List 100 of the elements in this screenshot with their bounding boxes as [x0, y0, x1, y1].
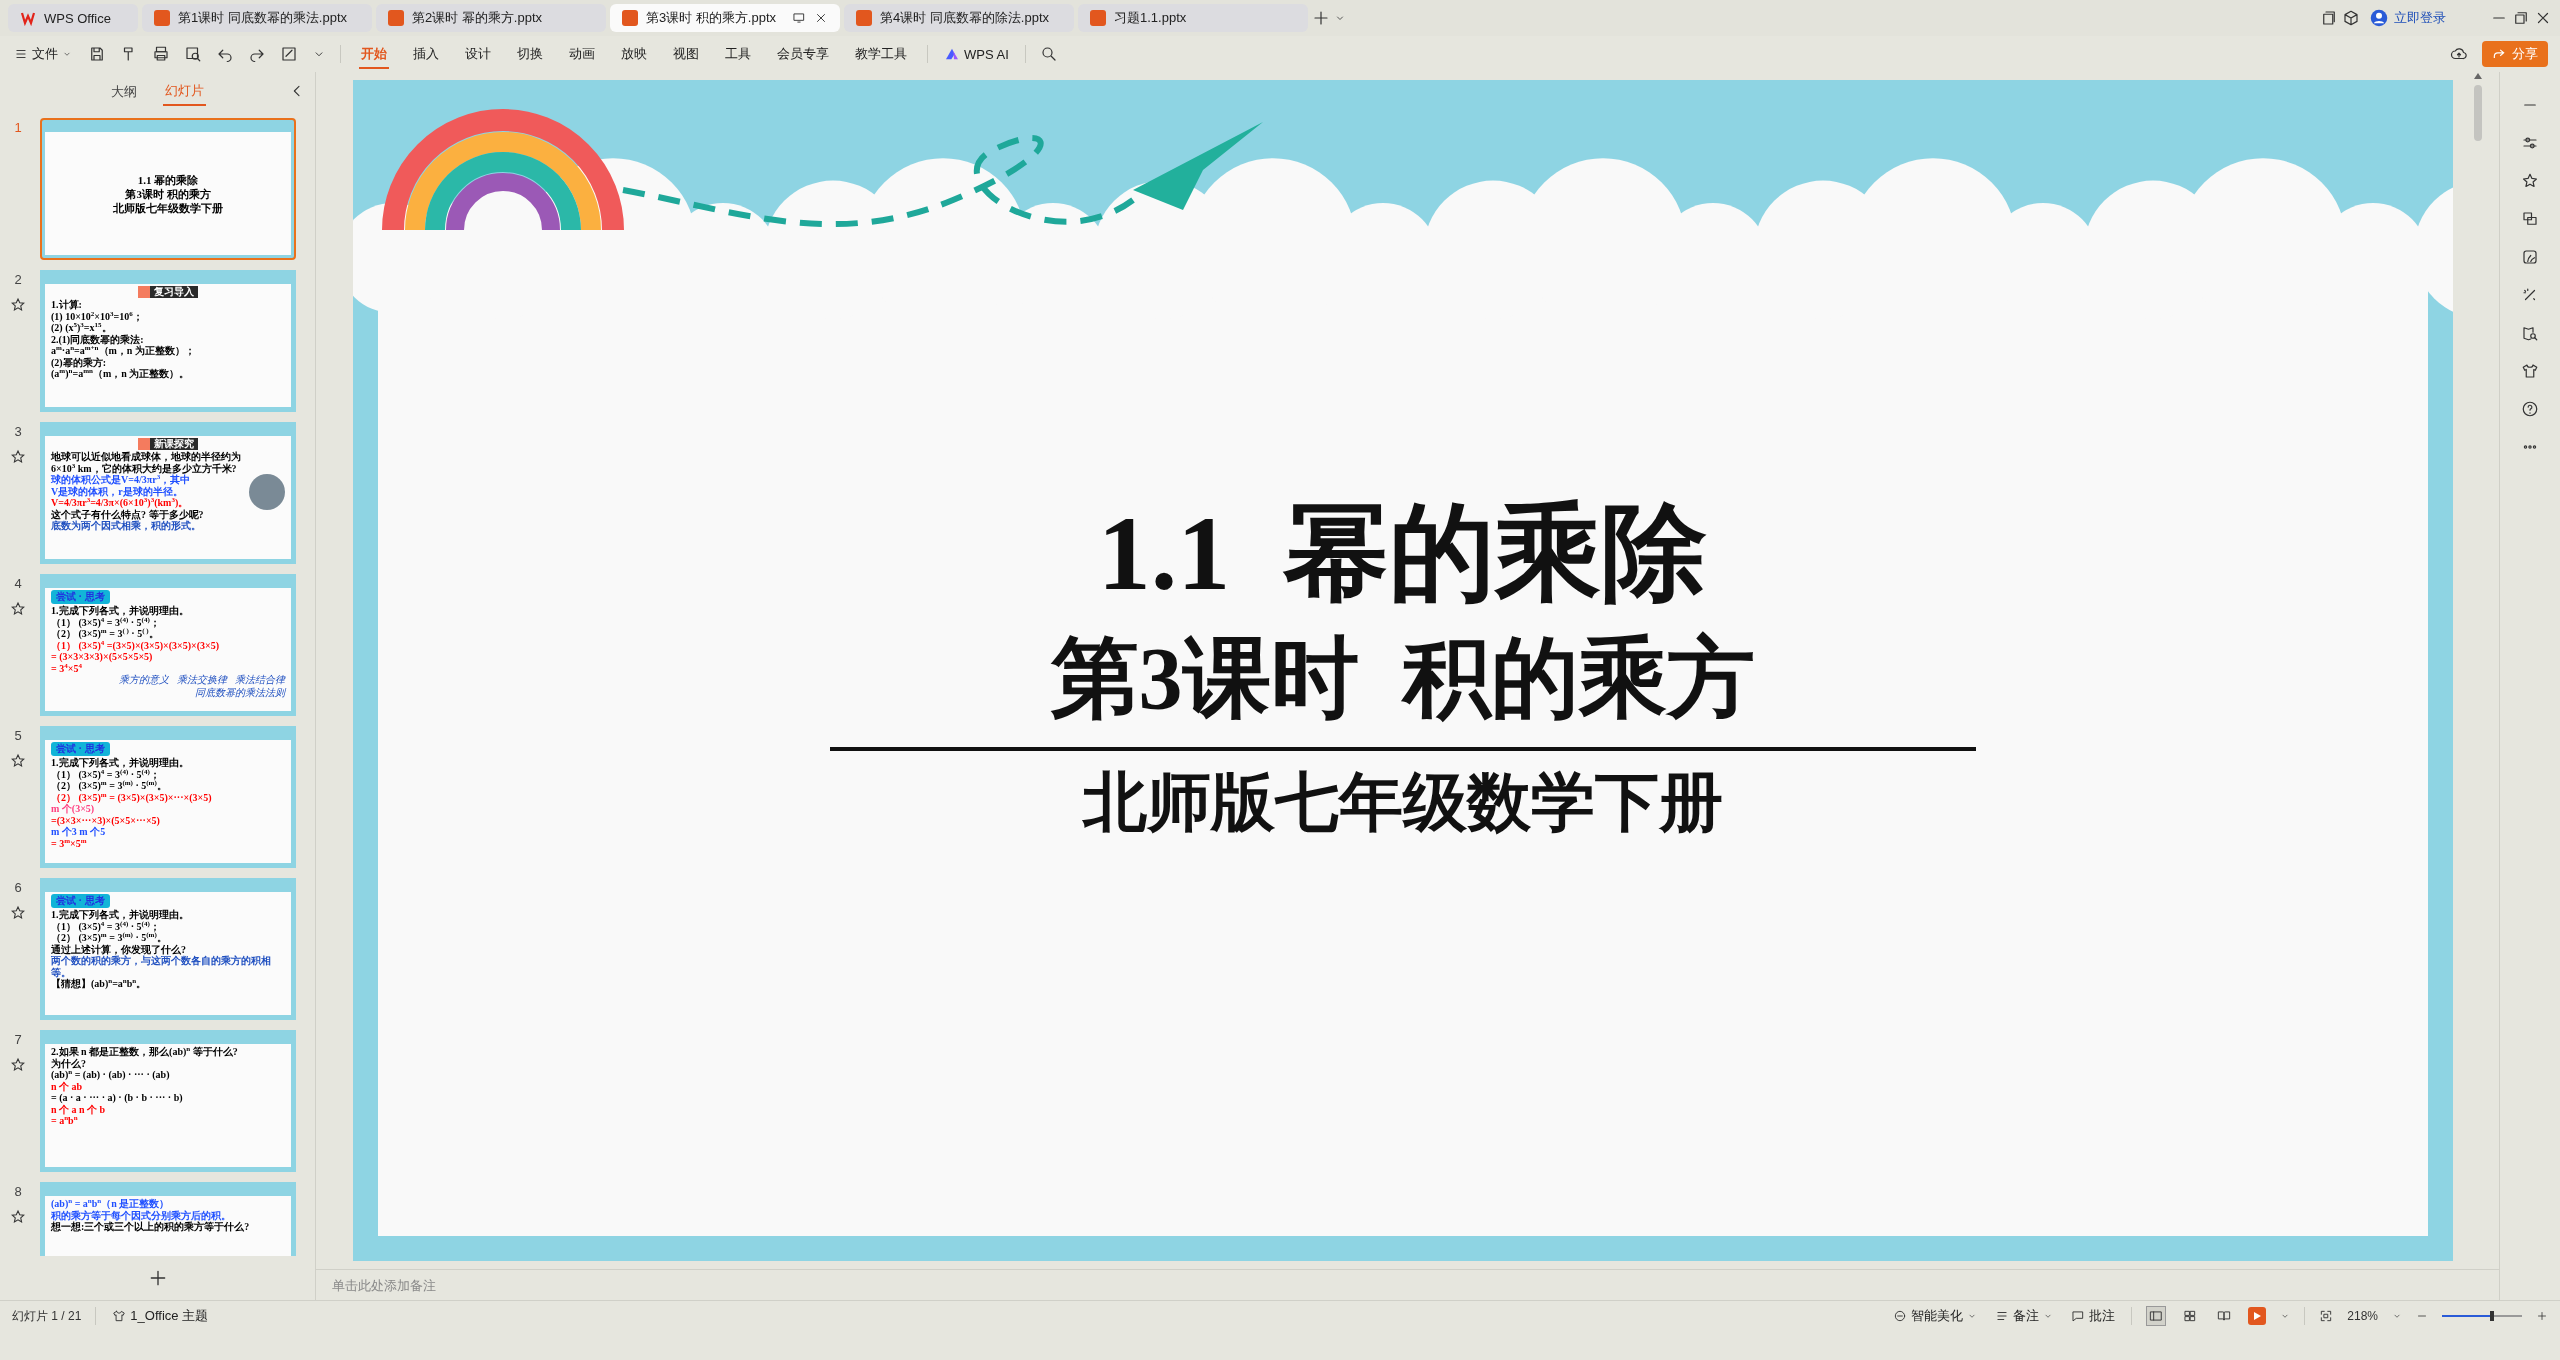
edit-icon[interactable]: [280, 45, 298, 63]
panel-tab[interactable]: 大纲: [109, 79, 139, 105]
section-heading: 尝试 · 思考: [51, 590, 110, 604]
shirt-icon[interactable]: [2521, 362, 2539, 380]
print-icon[interactable]: [152, 45, 170, 63]
document-tab[interactable]: 第4课时 同底数幂的除法.pptx: [844, 4, 1074, 32]
slide-text: (ab)$^{n}$ = a$^{n}$b$^{n}$（n 是正整数）: [51, 1198, 171, 1210]
ribbon-tab[interactable]: 教学工具: [849, 39, 913, 69]
image-icon[interactable]: [2521, 248, 2539, 266]
slide-thumbnail[interactable]: 新课探究 地球可以近似地看成球体，地球的半径约为 6×10$^{3}$ km，它的体积大约是多少立方千米? 球的体积公式是V=4/3πr$^{3}$，其中 V是球的体积，r是球的半径。 V=4/3πr$^{3}$=4/3π×(6×10$^{3}$)$^{3}$(km$^{3}$)。 这个式子有什么特点? 等于多少呢? 底数为两个因式相乘，积的形式。: [40, 422, 296, 564]
slide-text: 【猜想】(ab)$^{n}$=a$^{n}$b$^{n}$。: [51, 978, 148, 990]
zoom-in-icon[interactable]: [2536, 1310, 2548, 1322]
document-tab[interactable]: 习题1.1.pptx: [1078, 4, 1308, 32]
document-tab[interactable]: WPS Office: [8, 4, 138, 32]
book-search-icon[interactable]: [2521, 324, 2539, 342]
beautify-button[interactable]: 智能美化: [1891, 1305, 1980, 1327]
ribbon-tab[interactable]: 动画: [563, 39, 601, 69]
slide-text: V是球的体积，r是球的半径。: [51, 485, 184, 497]
view-button[interactable]: [2146, 1306, 2167, 1326]
restore-icon[interactable]: [2512, 9, 2530, 27]
slide-text: = 3$^{4}$×5$^{4}$: [51, 662, 82, 674]
slide-text: (2)幂的乘方:: [51, 356, 107, 368]
print-preview-icon[interactable]: [184, 45, 202, 63]
search-icon[interactable]: [1039, 45, 1058, 63]
slide-note: 乘法结合律: [235, 674, 285, 685]
slide-text: m 个(3×5): [51, 803, 95, 815]
slideshow-button[interactable]: [2248, 1307, 2267, 1325]
slide-text: (a$^{m}$)$^{n}$=a$^{mn}$（m，n 为正整数）。: [51, 368, 191, 380]
wps-logo-icon: [20, 10, 36, 26]
slide-text: （2） (3×5)$^{m}$ = 3$^{(m)}$ · 5$^{(m)}$。: [51, 780, 168, 792]
slide-text: 第3课时 积的乘方: [124, 186, 212, 201]
slide-text: m 个3 m 个5: [51, 826, 106, 838]
ribbon-tab[interactable]: 视图: [667, 39, 705, 69]
slide-thumbnail[interactable]: 2.如果 n 都是正整数，那么(ab)$^{n}$ 等于什么? 为什么? (ab)$^{n}$ = (ab) · (ab) · ··· · (ab) n 个 ab = (a · a · ··· · a) · (b · b · ··· · b) n 个 a n 个 b = a$^{n}$b$^{n}$: [40, 1030, 296, 1172]
slide-text: 1.完成下列各式，并说明理由。: [51, 757, 190, 768]
notes-field[interactable]: 单击此处添加备注: [330, 1276, 734, 1294]
slide-thumbnail[interactable]: (ab)$^{n}$ = a$^{n}$b$^{n}$（n 是正整数） 积的乘方等于每个因式分别乘方后的积。 想一想:三个或三个以上的积的乘方等于什么?: [40, 1182, 296, 1256]
slide-number: 3: [14, 424, 22, 439]
slide-text: a$^{m}$·a$^{n}$=a$^{m+n}$（m，n 为正整数）；: [51, 345, 196, 357]
close-icon[interactable]: [814, 11, 828, 25]
file-menu[interactable]: 文件: [12, 43, 74, 65]
slide-thumbnail[interactable]: [40, 574, 296, 716]
add-tab-icon[interactable]: [1312, 9, 1330, 27]
document-tab[interactable]: 第1课时 同底数幂的乘法.pptx: [142, 4, 372, 32]
ai-button[interactable]: WPS AI: [942, 44, 1011, 64]
slide-text: 两个数的积的乘方，与这两个数各自的乘方的积相等。: [51, 955, 272, 978]
scrollbar-thumb[interactable]: [2473, 85, 2482, 141]
slide-text: 积的乘方等于每个因式分别乘方后的积。: [51, 1209, 232, 1221]
slide-text: （1） (3×5)$^{4}$ =(3×5)×(3×5)×(3×5)×(3×5): [51, 639, 221, 651]
ribbon-tab[interactable]: 会员专享: [771, 39, 835, 69]
slide-text: 想一想:三个或三个以上的积的乘方等于什么?: [51, 1221, 251, 1233]
star-icon[interactable]: [2521, 172, 2539, 190]
slide-text: 通过上述计算，你发现了什么?: [51, 943, 186, 955]
ribbon-tab[interactable]: 插入: [407, 39, 445, 69]
slide-number: 5: [14, 728, 22, 743]
ribbon-tab[interactable]: 设计: [459, 39, 497, 69]
theme-button[interactable]: 1_Office 主题: [110, 1305, 211, 1327]
slide-thumbnail[interactable]: 复习导入 1.计算: (1) 10×10$^{2}$×10$^{3}$=10$^{6}$； (2) (x$^{5}$)$^{3}$=x$^{15}$。 2.(1)同底数幂的乘法: a$^{m}$·a$^{n}$=a$^{m+n}$（m，n 为正整数）； (2)幂的乘方: (a$^{m}$)$^{n}$=a$^{mn}$（m，n 为正整数）。: [40, 270, 296, 412]
slide-text: 1.完成下列各式，并说明理由。: [51, 605, 190, 616]
slide-text: =(3×3×···×3)×(5×5×···×5): [51, 814, 161, 826]
login-link[interactable]: 立即登录: [2364, 8, 2452, 28]
slide-thumbnail[interactable]: [40, 726, 296, 868]
slide-number: 7: [14, 1032, 22, 1047]
document-tab[interactable]: 第3课时 积的乘方.pptx: [610, 4, 840, 32]
slide-thumbnail[interactable]: 尝试 · 思考 1.完成下列各式，并说明理由。 （1） (3×5)$^{4}$ = 3$^{(4)}$ · 5$^{(4)}$； （2） (3×5)$^{m}$ = 3$^{(m)}$ · 5$^{(m)}$。 通过上述计算，你发现了什么? 两个数的积的乘方，与这两个数各自的乘方的积相等。 【猜想】(ab)$^{n}$=a$^{n}$b$^{n}$。: [40, 878, 296, 1020]
slide-text: = 3$^{m}$×5$^{m}$: [51, 837, 88, 849]
view-icon: [2149, 1309, 2164, 1323]
ribbon-tab[interactable]: 工具: [719, 39, 757, 69]
slide-text: （2） (3×5)$^{m}$ = 3$^{( )}$ · 5$^{( )}$。: [51, 628, 160, 640]
ribbon-tab[interactable]: 切换: [511, 39, 549, 69]
slide-text: (ab)$^{n}$ = (ab) · (ab) · ··· · (ab): [51, 1069, 171, 1081]
help-icon[interactable]: [2521, 400, 2539, 418]
document-tab[interactable]: 第2课时 幂的乘方.pptx: [376, 4, 606, 32]
screen-icon[interactable]: [792, 11, 806, 25]
slide-text: 2.如果 n 都是正整数，那么(ab)$^{n}$ 等于什么?: [51, 1046, 239, 1058]
slider-thumb[interactable]: [2489, 1311, 2494, 1321]
ribbon-tab[interactable]: 放映: [615, 39, 653, 69]
comment-icon: [2071, 1309, 2086, 1323]
scroll-up-icon[interactable]: [2473, 73, 2482, 79]
slide-text: n 个 a n 个 b: [51, 1103, 107, 1115]
slide-number: 2: [14, 272, 22, 287]
slide-number: 1: [14, 120, 22, 135]
slide-title: 1.1 幂的乘除: [1097, 493, 1708, 614]
slide-text: 6×10$^{3}$ km，它的体积大约是多少立方千米?: [51, 462, 237, 474]
slide-text: （2） (3×5)$^{m}$ = (3×5)×(3×5)×···×(3×5): [51, 791, 213, 803]
slide-text: 北师版七年级数学下册: [112, 200, 224, 215]
slide-text: = a$^{n}$b$^{n}$: [51, 1115, 79, 1127]
save-icon[interactable]: [88, 45, 106, 63]
slide-text: 这个式子有什么特点? 等于多少呢?: [51, 508, 205, 520]
slide-text: n 个 ab: [51, 1080, 84, 1092]
slide-thumbnail[interactable]: 1.1 幂的乘除 第3课时 积的乘方 北师版七年级数学下册: [40, 118, 296, 260]
comments-button[interactable]: 批注: [2069, 1305, 2118, 1327]
notes-button[interactable]: 备注: [1993, 1305, 2056, 1327]
fit-icon[interactable]: [2319, 1309, 2334, 1323]
slide-text: (1) 10×10$^{2}$×10$^{3}$=10$^{6}$；: [51, 310, 144, 322]
slide-number: 4: [14, 576, 22, 591]
cube-icon[interactable]: [2342, 9, 2360, 27]
window-stack-icon[interactable]: [2320, 9, 2338, 27]
slide-subtitle: 第3课时 积的乘方: [1050, 629, 1755, 730]
slides-icon[interactable]: [2521, 210, 2539, 228]
